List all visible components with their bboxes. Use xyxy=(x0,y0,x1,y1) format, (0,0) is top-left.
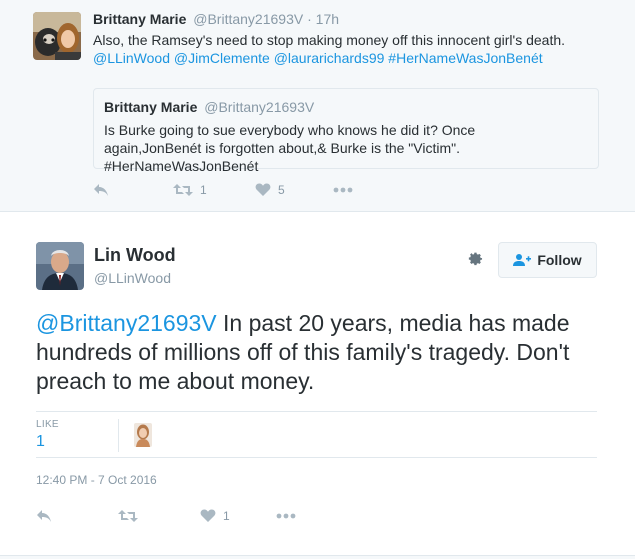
tweet-stats: LIKE 1 xyxy=(36,411,597,458)
add-user-icon xyxy=(513,254,532,266)
mention-link[interactable]: @Brittany21693V xyxy=(36,310,217,336)
quoted-author-handle: @Brittany21693V xyxy=(204,99,315,115)
more-icon xyxy=(333,187,353,193)
retweet-button[interactable] xyxy=(118,506,138,526)
main-tweet: Lin Wood @LLinWood Follow @Brittany21693… xyxy=(0,212,635,556)
liker-avatar[interactable] xyxy=(134,423,152,447)
tweet-actions: 1 xyxy=(36,506,336,526)
author-handle[interactable]: @LLinWood xyxy=(94,270,171,286)
retweet-count: 1 xyxy=(200,183,207,197)
reply-button[interactable] xyxy=(36,506,52,526)
mention-link[interactable]: @JimClemente xyxy=(174,50,270,66)
quoted-tweet-text: Is Burke going to sue everybody who know… xyxy=(104,122,476,174)
tweet-header: Brittany Marie @Brittany21693V · 17h xyxy=(93,11,339,27)
like-stat-value: 1 xyxy=(36,433,45,450)
tweet-body: Also, the Ramsey's need to stop making m… xyxy=(93,32,566,48)
tweet-text: @Brittany21693V In past 20 years, media … xyxy=(36,309,606,396)
tweet-time[interactable]: 17h xyxy=(316,11,339,27)
reply-icon xyxy=(94,184,108,196)
like-stat-label: LIKE xyxy=(36,419,59,430)
author-name[interactable]: Brittany Marie xyxy=(93,11,186,27)
like-count: 5 xyxy=(278,183,285,197)
author-name[interactable]: Lin Wood xyxy=(94,245,176,266)
avatar[interactable] xyxy=(33,12,81,60)
follow-label: Follow xyxy=(537,252,582,268)
quoted-author-name: Brittany Marie xyxy=(104,99,198,115)
quoted-tweet-header: Brittany Marie @Brittany21693V xyxy=(104,99,314,115)
retweet-button[interactable]: 1 xyxy=(173,180,207,200)
tweet-text: Also, the Ramsey's need to stop making m… xyxy=(93,31,613,67)
mention-link[interactable]: @laurarichards99 xyxy=(274,50,385,66)
quoted-tweet[interactable]: Brittany Marie @Brittany21693V Is Burke … xyxy=(93,88,599,174)
like-button[interactable]: 1 xyxy=(200,506,230,526)
retweet-icon xyxy=(118,510,138,522)
reply-icon xyxy=(37,510,51,522)
author-handle[interactable]: @Brittany21693V xyxy=(193,11,303,27)
tweet-actions: 1 5 xyxy=(93,180,393,200)
like-count: 1 xyxy=(223,509,230,523)
tweet-timestamp[interactable]: 12:40 PM - 7 Oct 2016 xyxy=(36,473,157,487)
hashtag-link[interactable]: #HerNameWasJonBenét xyxy=(388,50,542,66)
avatar[interactable] xyxy=(36,242,84,290)
separator: · xyxy=(307,11,312,27)
follow-button[interactable]: Follow xyxy=(498,242,597,278)
like-stat[interactable]: LIKE 1 xyxy=(36,419,59,451)
more-icon xyxy=(276,513,296,519)
reply-button[interactable] xyxy=(93,180,109,200)
like-button[interactable]: 5 xyxy=(255,180,285,200)
more-button[interactable] xyxy=(276,506,296,526)
heart-icon xyxy=(200,509,216,522)
mention-link[interactable]: @LLinWood xyxy=(93,50,170,66)
more-button[interactable] xyxy=(333,180,353,200)
heart-icon xyxy=(255,183,271,196)
parent-tweet[interactable]: Brittany Marie @Brittany21693V · 17h Als… xyxy=(0,0,635,212)
retweet-icon xyxy=(173,184,193,196)
divider xyxy=(118,419,119,452)
gear-icon[interactable] xyxy=(466,250,484,268)
